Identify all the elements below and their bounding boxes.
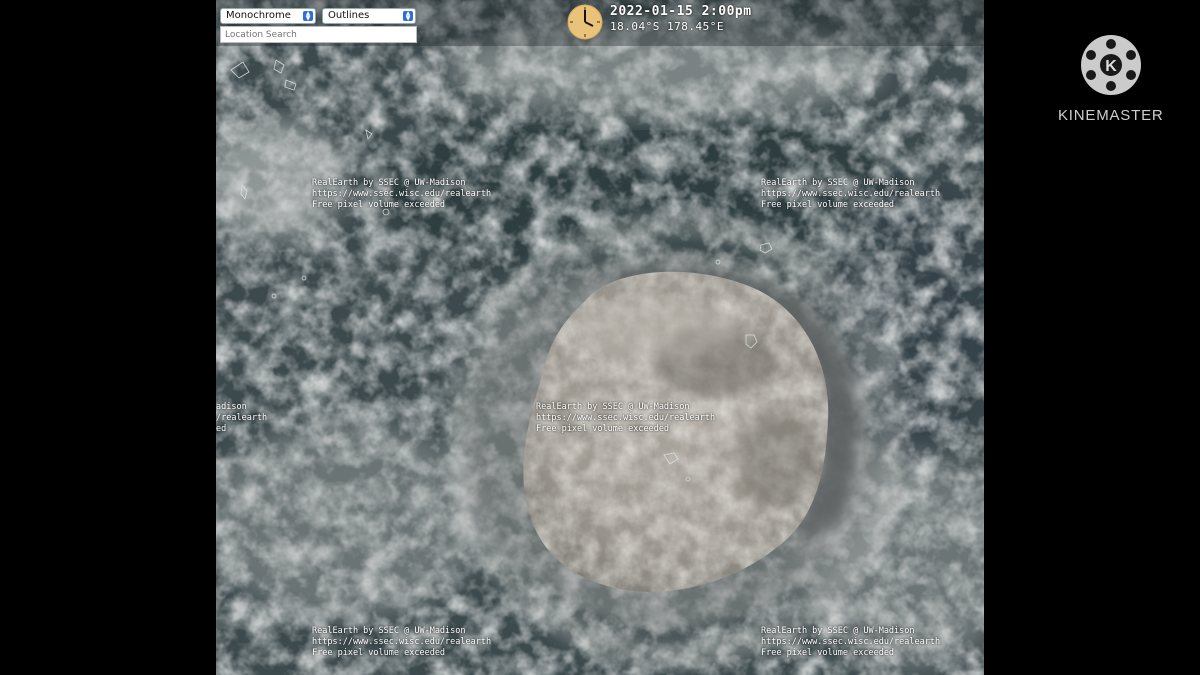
watermark-line: https://www.ssec.wisc.edu/realearth [761, 637, 941, 647]
watermark-line: RealEarth by SSEC @ UW-Madison [761, 626, 915, 636]
watermark: RealEarth by SSEC @ UW-Madison https://w… [312, 626, 491, 659]
watermark: RealEarth by SSEC @ UW-Madison https://w… [312, 178, 491, 211]
kinemaster-wordmark: KINEMASTER [1058, 107, 1164, 124]
overlay-select[interactable]: Outlines ▲ ▼ [322, 8, 416, 24]
coordinates-label: 18.04°S 178.45°E [610, 20, 724, 33]
watermark-line: https://www.ssec.wisc.edu/realearth [536, 413, 716, 423]
select-arrow-icon: ▲ ▼ [403, 11, 413, 22]
basemap-select-value: Monochrome [226, 10, 291, 21]
image-timestamp: 2022-01-15 2:00pm 18.04°S 178.45°E [610, 4, 752, 33]
watermark-line: RealEarth by SSEC @ UW-Madison [536, 402, 690, 412]
kinemaster-logo-icon: K [1081, 35, 1141, 95]
location-search-input[interactable] [220, 26, 417, 43]
watermark-line: RealEarth by SSEC @ UW-Madison [312, 178, 466, 188]
overlay-select-value: Outlines [328, 10, 370, 21]
watermark-line: Free pixel volume exceeded [312, 200, 446, 210]
datetime-label: 2022-01-15 2:00pm [610, 4, 752, 19]
satellite-imagery [216, 0, 984, 675]
svg-text:K: K [1105, 58, 1117, 75]
watermark-line: RealEarth by SSEC @ UW-Madison [761, 178, 915, 188]
watermark-line: Free pixel volume exceeded [312, 648, 446, 658]
clock-icon [567, 4, 603, 40]
satellite-map-viewer[interactable]: Monochrome ▲▼ Outlines ▲▼ 2022-01-15 2:0… [216, 0, 984, 675]
watermark: RealEarth by SSEC @ UW-Madison https://w… [761, 178, 940, 211]
watermark-line: Free pixel volume exceeded [536, 424, 670, 434]
watermark-line: Free pixel volume exceeded [761, 200, 895, 210]
kinemaster-logo: K [1058, 34, 1164, 102]
watermark-line: RealEarth by SSEC @ UW-Madison [312, 626, 466, 636]
watermark: RealEarth by SSEC @ UW-Madison https://w… [761, 626, 940, 659]
basemap-select[interactable]: Monochrome ▲ ▼ [220, 8, 316, 24]
watermark: RealEarth by SSEC @ UW-Madison https://w… [536, 402, 715, 435]
watermark-line: /realearth [216, 413, 268, 423]
watermark-partial: adison /realearth ed [216, 402, 267, 435]
watermark-line: ed [216, 424, 227, 434]
watermark-line: https://www.ssec.wisc.edu/realearth [761, 189, 941, 199]
watermark-line: Free pixel volume exceeded [761, 648, 895, 658]
watermark-line: https://www.ssec.wisc.edu/realearth [312, 189, 492, 199]
watermark-line: adison [216, 402, 247, 412]
watermark-line: https://www.ssec.wisc.edu/realearth [312, 637, 492, 647]
select-arrow-icon: ▲ ▼ [303, 11, 313, 22]
